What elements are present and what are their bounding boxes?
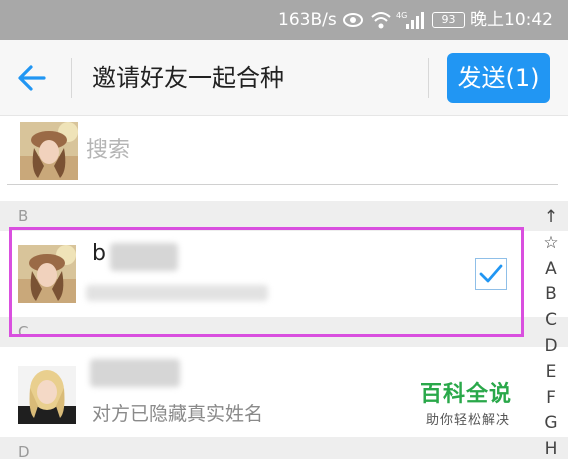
index-item-f[interactable]: F [536,386,566,412]
wifi-icon [371,12,391,29]
section-header-d: D [0,437,568,459]
header-bar: 邀请好友一起合种 发送(1) [0,40,568,116]
index-item-star[interactable]: ☆ [536,231,566,257]
4g-signal-icon: 4G [396,11,424,29]
search-input[interactable] [86,131,426,169]
eye-icon [343,13,363,27]
contact-subtitle: 对方已隐藏真实姓名 [92,403,264,425]
redacted-subtitle [86,285,268,301]
watermark-subtitle: 助你轻松解决 [426,413,511,428]
index-item-g[interactable]: G [536,411,566,437]
contact-name: b [92,241,106,266]
network-speed: 163B/s [278,10,337,30]
index-item-d[interactable]: D [536,334,566,360]
redacted-name [90,359,180,387]
index-item-top[interactable]: ↑ [536,205,566,231]
avatar [18,366,76,424]
checkmark-icon [479,264,503,283]
select-checkbox[interactable] [475,258,507,290]
alphabet-index[interactable]: ↑ ☆ A B C D E F G H [536,205,566,459]
avatar [20,122,78,180]
header-divider [71,58,72,98]
index-item-b[interactable]: B [536,282,566,308]
avatar [18,245,76,303]
section-header-b: B [0,201,568,231]
send-button[interactable]: 发送(1) [447,53,550,103]
index-item-e[interactable]: E [536,360,566,386]
battery-icon: 93 [432,12,465,28]
index-item-c[interactable]: C [536,308,566,334]
search-row [0,117,568,187]
header-divider [428,58,429,98]
svg-text:4G: 4G [396,11,407,20]
page-title: 邀请好友一起合种 [92,64,284,92]
watermark-logo: 百科全说 助你轻松解决 [408,372,528,432]
status-bar: 163B/s 4G 93 晚上10:42 [0,0,568,40]
index-item-h[interactable]: H [536,437,566,459]
search-underline [7,184,558,185]
index-item-a[interactable]: A [536,257,566,283]
back-arrow-icon[interactable] [14,60,50,96]
redacted-name [110,243,178,271]
watermark-title: 百科全说 [420,382,513,407]
clock: 晚上10:42 [470,10,553,30]
section-header-c: C [0,317,568,347]
